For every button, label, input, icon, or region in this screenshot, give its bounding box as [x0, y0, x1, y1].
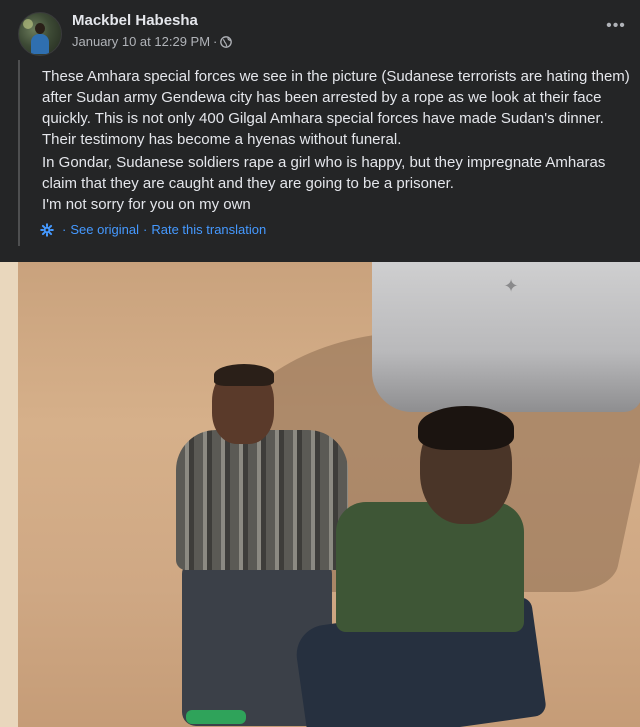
person-left-hair	[214, 364, 274, 386]
see-original-link[interactable]: See original	[70, 222, 139, 237]
avatar-background	[23, 19, 33, 29]
photo-vehicle: ✦	[372, 262, 640, 412]
facebook-post: Mackbel Habesha January 10 at 12:29 PM ·…	[0, 0, 640, 727]
post-meta: January 10 at 12:29 PM ·	[72, 34, 233, 49]
author-name[interactable]: Mackbel Habesha	[72, 12, 198, 29]
post-timestamp[interactable]: January 10 at 12:29 PM	[72, 34, 210, 49]
post-paragraph-2: In Gondar, Sudanese soldiers rape a girl…	[42, 154, 606, 213]
person-right-body	[336, 502, 524, 632]
vehicle-logo-icon: ✦	[503, 276, 519, 296]
post-header: Mackbel Habesha January 10 at 12:29 PM ·…	[16, 10, 628, 56]
translation-controls: · See original · Rate this translation	[40, 222, 266, 237]
avatar[interactable]	[18, 12, 62, 56]
rate-translation-link[interactable]: Rate this translation	[151, 222, 266, 237]
avatar-head	[35, 23, 45, 34]
translation-separator: ·	[143, 222, 148, 237]
photo-rope	[186, 710, 246, 724]
photo-edge	[0, 262, 18, 727]
globe-icon	[220, 35, 233, 48]
meta-separator: ·	[213, 34, 218, 49]
post-photo[interactable]: ✦	[0, 262, 640, 727]
avatar-shirt	[31, 34, 49, 54]
translation-prefix: ·	[62, 222, 67, 237]
gear-icon	[40, 222, 54, 237]
photo-person-right	[292, 406, 560, 727]
post-paragraph-1: These Amhara special forces we see in th…	[42, 68, 630, 148]
translated-post-text: These Amhara special forces we see in th…	[18, 60, 630, 246]
person-right-hair	[418, 406, 514, 450]
more-options-icon[interactable]: •••	[604, 18, 628, 34]
